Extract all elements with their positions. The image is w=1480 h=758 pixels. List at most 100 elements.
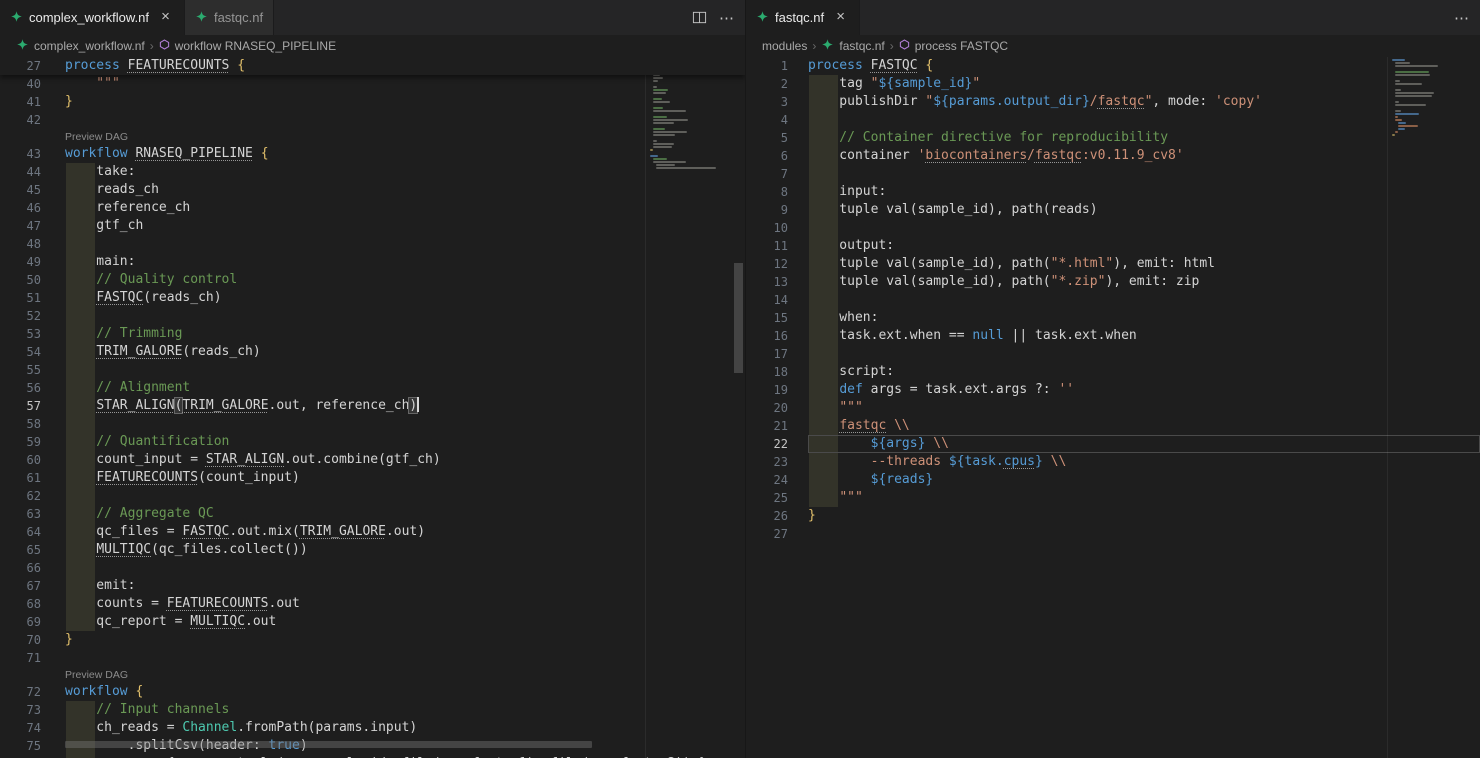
line-number[interactable]: 6 <box>746 147 808 165</box>
line-number[interactable]: 15 <box>746 309 808 327</box>
code-line[interactable]: 60 count_input = STAR_ALIGN.out.combine(… <box>0 451 745 469</box>
line-number[interactable]: 10 <box>746 219 808 237</box>
line-number[interactable]: 7 <box>746 165 808 183</box>
code-line[interactable]: 46 reference_ch <box>0 199 745 217</box>
code-line[interactable]: 8 input: <box>746 183 1480 201</box>
close-icon[interactable]: × <box>157 9 174 26</box>
line-number[interactable]: 3 <box>746 93 808 111</box>
code-line[interactable]: 67 emit: <box>0 577 745 595</box>
code-line[interactable]: 51 FASTQC(reads_ch) <box>0 289 745 307</box>
line-number[interactable]: 65 <box>0 541 65 559</box>
breadcrumb-item[interactable]: complex_workflow.nf <box>16 38 145 54</box>
code-line[interactable]: 25 """ <box>746 489 1480 507</box>
code-line[interactable]: 20 """ <box>746 399 1480 417</box>
code-editor-fastqc[interactable]: 1process FASTQC {2 tag "${sample_id}"3 p… <box>746 57 1480 758</box>
code-line[interactable]: 71 <box>0 649 745 667</box>
code-line[interactable]: 12 tuple val(sample_id), path("*.html"),… <box>746 255 1480 273</box>
tab-complex-workflow-nf[interactable]: complex_workflow.nf× <box>0 0 185 35</box>
split-editor-icon[interactable] <box>692 10 707 25</box>
line-number[interactable]: 49 <box>0 253 65 271</box>
line-number[interactable]: 25 <box>746 489 808 507</box>
code-line[interactable]: 17 <box>746 345 1480 363</box>
code-line[interactable]: 24 ${reads} <box>746 471 1480 489</box>
codelens-preview-dag[interactable]: Preview DAG <box>65 667 745 683</box>
line-number[interactable]: 66 <box>0 559 65 577</box>
line-number[interactable]: 21 <box>746 417 808 435</box>
code-line[interactable]: 56 // Alignment <box>0 379 745 397</box>
line-number[interactable]: 55 <box>0 361 65 379</box>
line-number[interactable]: 60 <box>0 451 65 469</box>
code-line[interactable]: 27 <box>746 525 1480 543</box>
line-number[interactable]: 9 <box>746 201 808 219</box>
code-line[interactable]: 48 <box>0 235 745 253</box>
line-number[interactable]: 57 <box>0 397 65 415</box>
code-line[interactable]: 13 tuple val(sample_id), path("*.zip"), … <box>746 273 1480 291</box>
line-number[interactable]: 69 <box>0 613 65 631</box>
code-line[interactable]: 9 tuple val(sample_id), path(reads) <box>746 201 1480 219</box>
line-number[interactable]: 62 <box>0 487 65 505</box>
code-line[interactable]: 2 tag "${sample_id}" <box>746 75 1480 93</box>
line-number[interactable]: 73 <box>0 701 65 719</box>
code-line[interactable]: 50 // Quality control <box>0 271 745 289</box>
code-line[interactable]: 63 // Aggregate QC <box>0 505 745 523</box>
tab-fastqc-nf[interactable]: fastqc.nf× <box>746 0 860 35</box>
line-number[interactable]: 64 <box>0 523 65 541</box>
breadcrumb-item[interactable]: process FASTQC <box>899 39 1008 53</box>
line-number[interactable]: 5 <box>746 129 808 147</box>
line-number[interactable]: 14 <box>746 291 808 309</box>
line-number[interactable]: 72 <box>0 683 65 701</box>
code-line[interactable]: 59 // Quantification <box>0 433 745 451</box>
code-line[interactable]: 41} <box>0 93 745 111</box>
code-line[interactable]: 74 ch_reads = Channel.fromPath(params.in… <box>0 719 745 737</box>
line-number[interactable]: 23 <box>746 453 808 471</box>
line-number[interactable]: 59 <box>0 433 65 451</box>
breadcrumb-item[interactable]: fastqc.nf <box>821 38 884 54</box>
line-number[interactable]: 4 <box>746 111 808 129</box>
line-number[interactable]: 46 <box>0 199 65 217</box>
line-number[interactable]: 52 <box>0 307 65 325</box>
code-line[interactable]: 70} <box>0 631 745 649</box>
code-line[interactable]: 49 main: <box>0 253 745 271</box>
line-number[interactable]: 51 <box>0 289 65 307</box>
line-number[interactable]: 54 <box>0 343 65 361</box>
line-number[interactable]: 40 <box>0 75 65 93</box>
tab-fastqc-nf[interactable]: fastqc.nf <box>185 0 274 35</box>
code-line[interactable]: 19 def args = task.ext.args ?: '' <box>746 381 1480 399</box>
line-number[interactable]: 61 <box>0 469 65 487</box>
sticky-code-line[interactable]: 27process FEATURECOUNTS { <box>0 57 745 75</box>
code-line[interactable]: 68 counts = FEATURECOUNTS.out <box>0 595 745 613</box>
code-line[interactable]: 66 <box>0 559 745 577</box>
code-line[interactable]: 62 <box>0 487 745 505</box>
code-line[interactable]: 57 STAR_ALIGN(TRIM_GALORE.out, reference… <box>0 397 745 415</box>
line-number[interactable]: 71 <box>0 649 65 667</box>
line-number[interactable]: 45 <box>0 181 65 199</box>
line-number[interactable]: 2 <box>746 75 808 93</box>
line-number[interactable]: 43 <box>0 145 65 163</box>
line-number[interactable]: 26 <box>746 507 808 525</box>
line-number[interactable]: 41 <box>0 93 65 111</box>
code-line[interactable]: 18 script: <box>746 363 1480 381</box>
line-number[interactable]: 50 <box>0 271 65 289</box>
more-actions-icon[interactable]: ⋯ <box>719 9 735 27</box>
line-number[interactable]: 75 <box>0 737 65 755</box>
codelens-preview-dag[interactable]: Preview DAG <box>65 129 745 145</box>
more-actions-icon[interactable]: ⋯ <box>1454 9 1470 27</box>
code-editor-complex-workflow[interactable]: 40 """41}42Preview DAG43workflow RNASEQ_… <box>0 57 745 758</box>
code-line[interactable]: 61 FEATURECOUNTS(count_input) <box>0 469 745 487</box>
line-number[interactable]: 63 <box>0 505 65 523</box>
minimap[interactable] <box>645 57 732 758</box>
line-number[interactable]: 20 <box>746 399 808 417</box>
code-line[interactable]: 73 // Input channels <box>0 701 745 719</box>
line-number[interactable]: 44 <box>0 163 65 181</box>
minimap[interactable] <box>1387 57 1466 758</box>
line-number[interactable]: 70 <box>0 631 65 649</box>
line-number[interactable]: 67 <box>0 577 65 595</box>
line-number[interactable]: 16 <box>746 327 808 345</box>
code-line[interactable]: 16 task.ext.when == null || task.ext.whe… <box>746 327 1480 345</box>
line-number[interactable]: 53 <box>0 325 65 343</box>
code-line[interactable]: 3 publishDir "${params.output_dir}/fastq… <box>746 93 1480 111</box>
line-number[interactable]: 18 <box>746 363 808 381</box>
code-line[interactable]: 6 container 'biocontainers/fastqc:v0.11.… <box>746 147 1480 165</box>
line-number[interactable]: 11 <box>746 237 808 255</box>
code-line[interactable]: 58 <box>0 415 745 433</box>
